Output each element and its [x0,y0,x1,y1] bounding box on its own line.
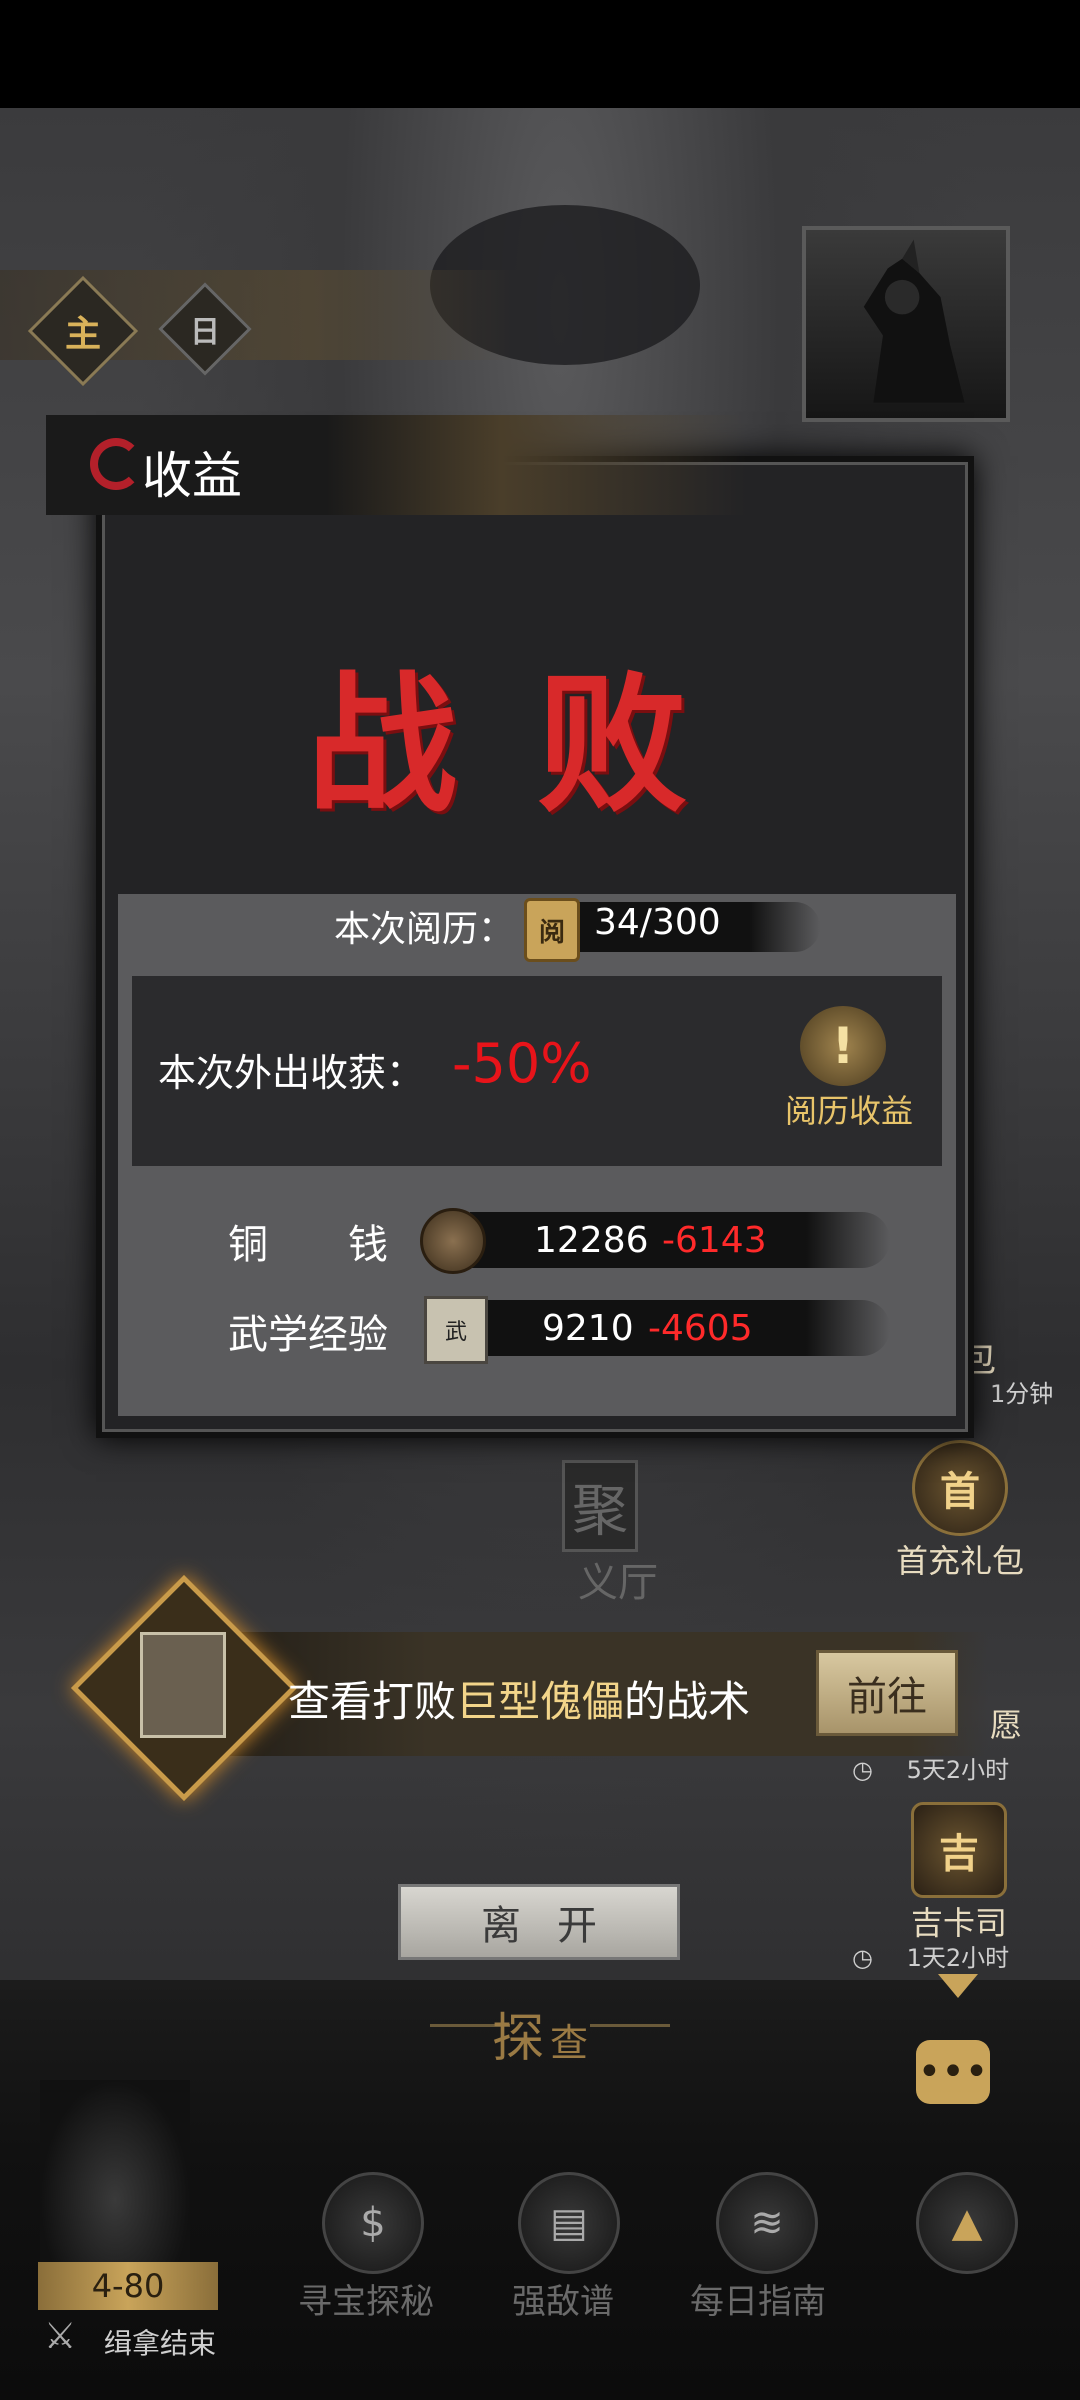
nav-strong-enemies[interactable]: 强敌谱 [512,2274,614,2323]
copper-delta: -6143 [662,1220,767,1261]
hero-portrait[interactable] [40,2080,190,2280]
card-widget-button[interactable]: 吉 吉卡司 [894,1802,1024,1944]
character-portrait-button[interactable] [802,226,1010,422]
leave-button[interactable]: 离开 [398,1884,680,1960]
warrior-silhouette-icon [863,239,965,403]
martial-exp-label: 武学经验 [228,1312,388,1358]
wish-label: 愿 [990,1706,1023,1744]
tactic-text: 查看打败巨型傀儡的战术 [288,1668,750,1729]
status-bar [0,0,1080,108]
martial-exp-delta: -4605 [648,1308,753,1349]
nav-treasure-hunt[interactable]: 寻宝探秘 [298,2274,434,2323]
pack-timer: 1分钟 [990,1380,1054,1408]
crossed-swords-icon: ⚔ [44,2316,77,2357]
clock-icon: ◷ [852,1944,873,1972]
experience-value: 34/300 [594,902,721,943]
wish-timer-text: 5天2小时 [906,1756,1010,1784]
card-icon: 吉 [911,1802,1007,1898]
wish-widget[interactable]: 愿 [990,1700,1022,1746]
clock-icon: ◷ [852,1756,873,1784]
explore-title-sub: 查 [550,2021,595,2065]
card-timer-text: 1天2小时 [906,1944,1010,1972]
divider-right [590,2024,670,2027]
hall-sign: 聚 [562,1460,638,1552]
collapse-arrow-icon[interactable] [938,1974,978,1998]
tactic-text-prefix: 查看打败 [288,1677,457,1726]
hall-sign-sub: 义厅 [578,1560,658,1606]
outing-percent: -50% [452,1032,592,1095]
day-badge-label: 日 [190,315,220,350]
scroll-icon: 阅 [524,898,580,962]
experience-reward-button[interactable]: 阅历收益 [785,1086,913,1132]
exclamation-icon[interactable]: ! [800,1006,886,1086]
first-charge-gift-button[interactable]: 首 首充礼包 [880,1440,1040,1582]
first-charge-label: 首充礼包 [895,1542,1024,1580]
book-stack-icon [140,1632,226,1738]
book-icon: 武 [424,1296,488,1364]
outing-label: 本次外出收获： [158,1051,425,1095]
main-badge-label: 主 [64,314,101,355]
explore-title: 探查 [492,1996,594,2071]
explore-title-main: 探 [492,2009,551,2069]
copper-value: 12286 [534,1220,649,1261]
up-arrow-icon[interactable]: ▲ [916,2172,1018,2274]
lantern-icon[interactable]: ≋ [716,2172,818,2274]
dialog-title: 收益 [142,447,242,505]
experience-label: 本次阅历： [334,909,515,950]
swirl-icon [90,438,142,490]
first-charge-icon: 首 [912,1440,1008,1536]
capture-status: 缉拿结束 [104,2327,217,2360]
martial-exp-value: 9210 [542,1308,634,1349]
copper-label: 铜 钱 [228,1222,388,1268]
level-badge: 4-80 [38,2262,218,2310]
tactic-text-suffix: 的战术 [624,1677,751,1726]
card-timer: ◷ 1天2小时 [852,1938,1009,1973]
coin-icon [420,1208,486,1274]
money-bag-icon[interactable]: $ [322,2172,424,2274]
tactic-boss-name: 巨型傀儡 [456,1677,625,1726]
nav-daily-guide[interactable]: 每日指南 [690,2274,826,2323]
goto-button[interactable]: 前往 [816,1650,958,1736]
defeat-title: 战败 [306,657,767,833]
scroll-icon[interactable]: ▤ [518,2172,620,2274]
chat-button[interactable]: ••• [916,2040,990,2104]
